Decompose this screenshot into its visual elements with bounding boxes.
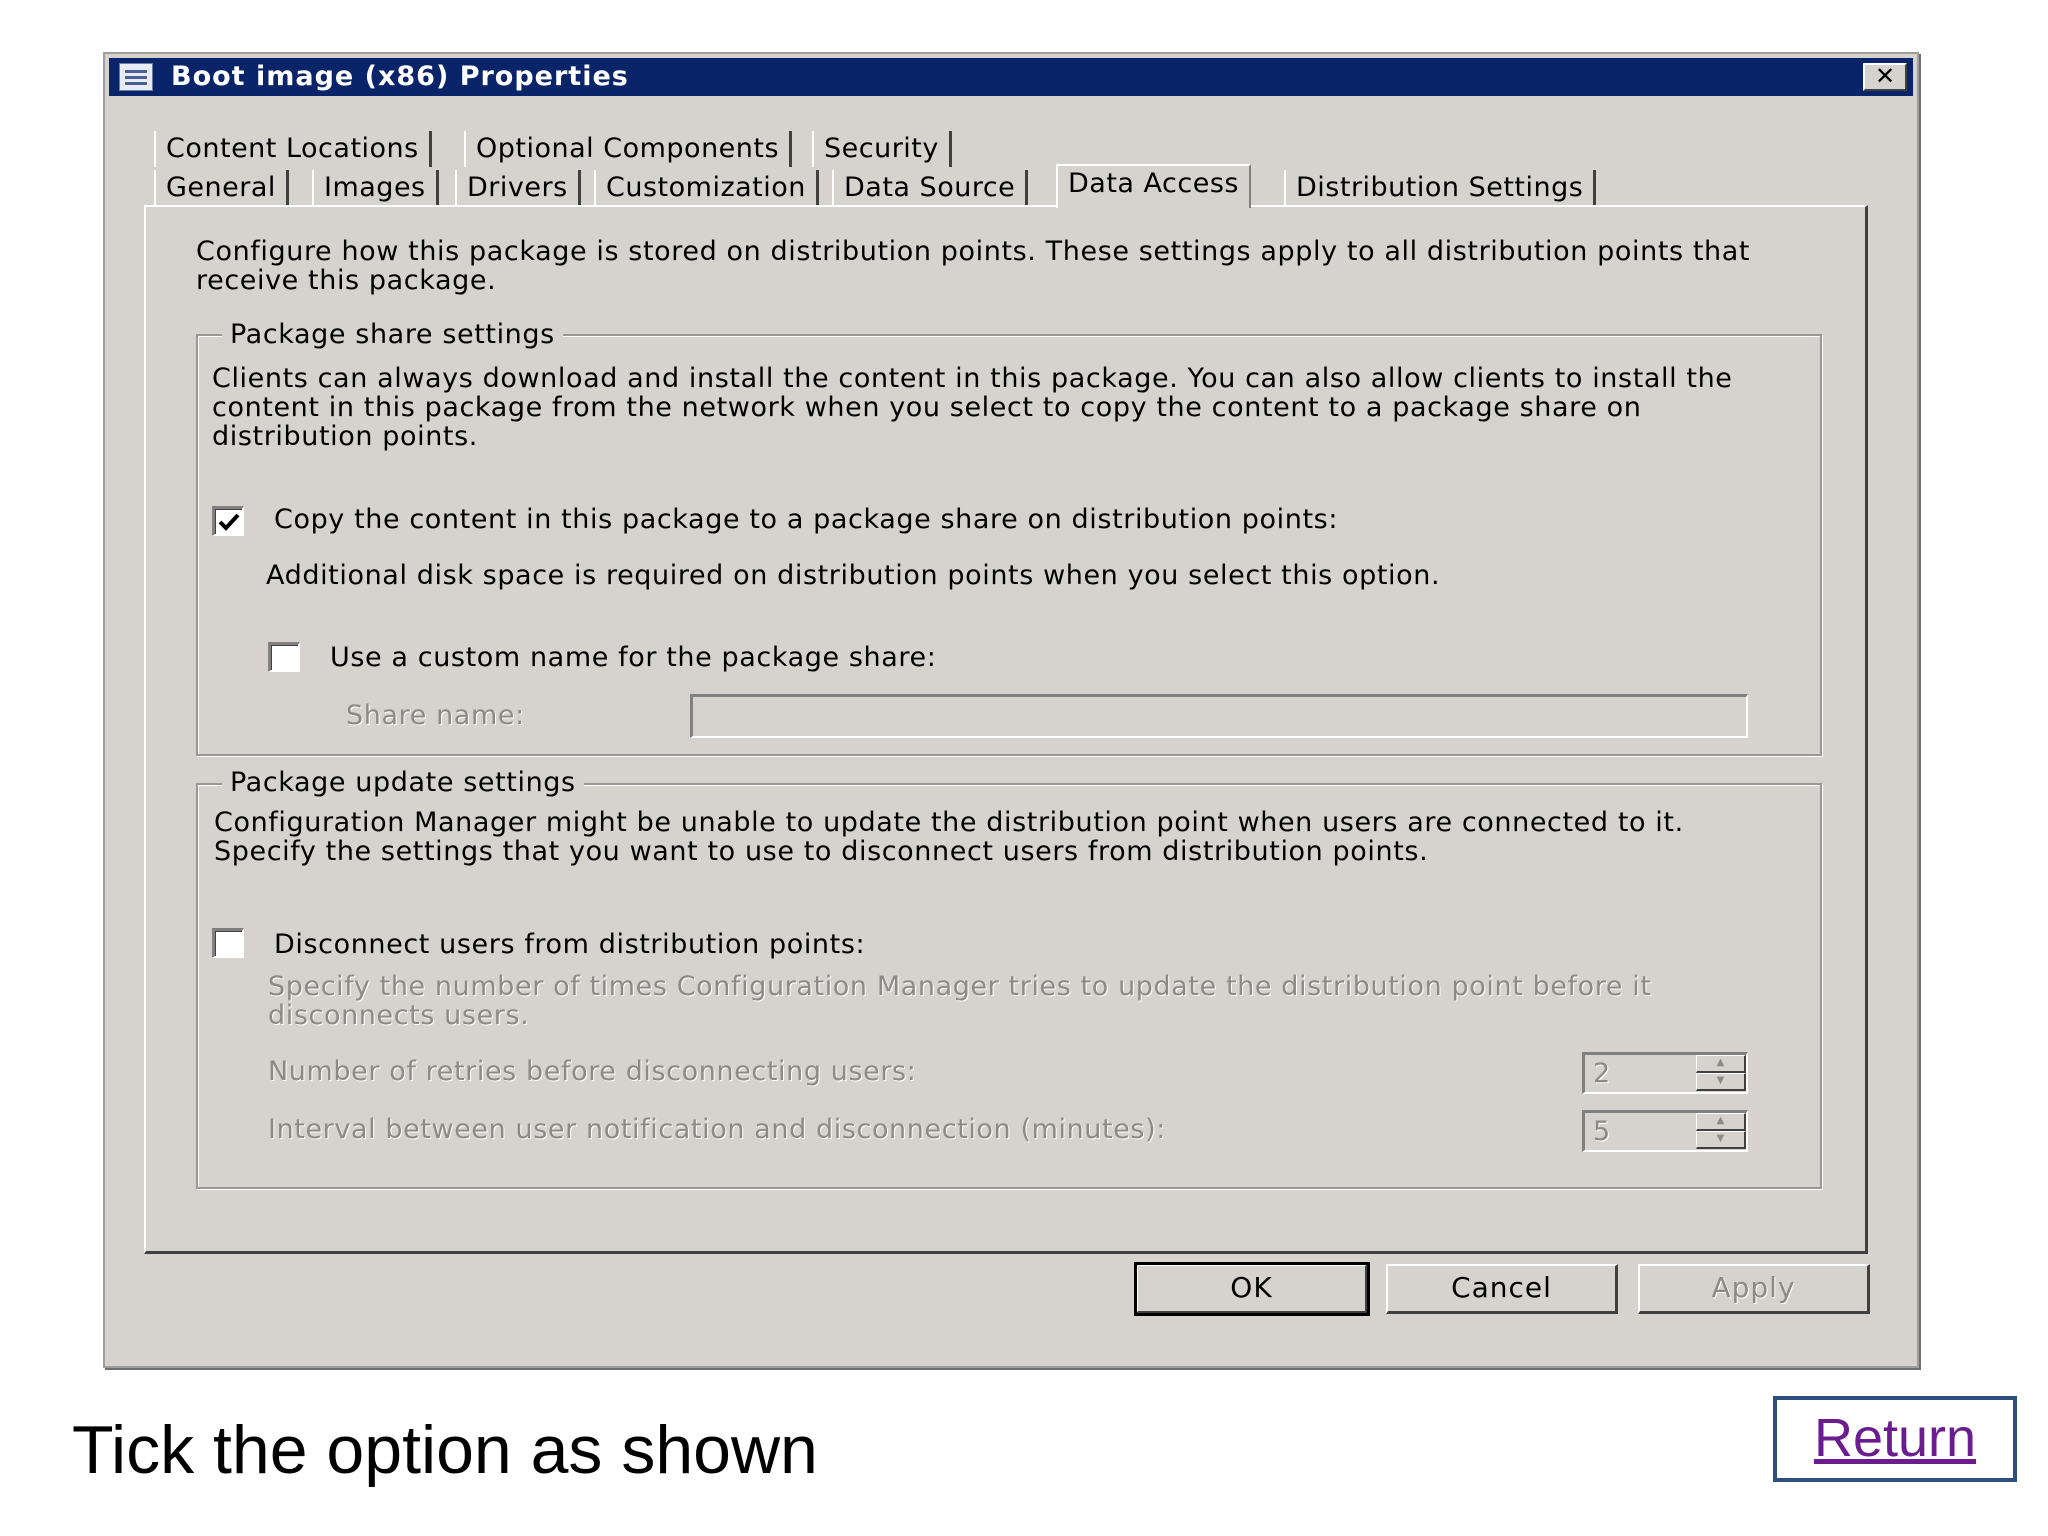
close-icon: ✕ <box>1874 62 1896 90</box>
disconnect-users-checkbox[interactable] <box>212 928 244 958</box>
interval-label: Interval between user notification and d… <box>268 1114 1166 1145</box>
return-button[interactable]: Return <box>1773 1396 2017 1482</box>
instruction-caption: Tick the option as shown <box>72 1412 818 1488</box>
tab-optional-components[interactable]: Optional Components <box>464 131 793 167</box>
share-name-input[interactable] <box>690 694 1748 738</box>
disk-space-note: Additional disk space is required on dis… <box>266 560 1441 591</box>
interval-stepper[interactable]: 5 ▲ ▼ <box>1582 1110 1748 1152</box>
tab-drivers[interactable]: Drivers <box>455 170 581 206</box>
tab-data-access[interactable]: Data Access <box>1056 164 1251 208</box>
share-desc-line1: Clients can always download and install … <box>212 363 1733 394</box>
interval-value: 5 <box>1593 1116 1611 1147</box>
intro-text-line1: Configure how this package is stored on … <box>196 236 1751 267</box>
retries-label: Number of retries before disconnecting u… <box>268 1056 917 1087</box>
package-update-legend: Package update settings <box>222 768 584 798</box>
dialog-title: Boot image (x86) Properties <box>171 61 629 92</box>
tab-data-source[interactable]: Data Source <box>832 170 1029 206</box>
cancel-button[interactable]: Cancel <box>1386 1264 1618 1314</box>
package-share-legend: Package share settings <box>222 320 563 350</box>
retries-value: 2 <box>1593 1058 1611 1089</box>
tab-images[interactable]: Images <box>312 170 439 206</box>
custom-name-label[interactable]: Use a custom name for the package share: <box>330 643 936 672</box>
disconnect-users-label[interactable]: Disconnect users from distribution point… <box>274 930 865 959</box>
return-link[interactable]: Return <box>1814 1408 1976 1468</box>
tab-customization[interactable]: Customization <box>594 170 819 206</box>
tab-general[interactable]: General <box>154 170 289 206</box>
share-desc-line2: content in this package from the network… <box>212 392 1642 423</box>
interval-up-button[interactable]: ▲ <box>1696 1113 1746 1131</box>
retries-desc-line1: Specify the number of times Configuratio… <box>268 971 1652 1002</box>
apply-button[interactable]: Apply <box>1638 1264 1870 1314</box>
intro-text-line2: receive this package. <box>196 265 497 296</box>
custom-name-checkbox[interactable] <box>268 642 300 672</box>
interval-down-button[interactable]: ▼ <box>1696 1131 1746 1149</box>
retries-up-button[interactable]: ▲ <box>1696 1055 1746 1073</box>
copy-content-label[interactable]: Copy the content in this package to a pa… <box>274 505 1338 534</box>
ok-button[interactable]: OK <box>1134 1262 1370 1316</box>
retries-desc-line2: disconnects users. <box>268 1000 530 1031</box>
update-desc-line2: Specify the settings that you want to us… <box>214 836 1429 867</box>
tab-content-locations[interactable]: Content Locations <box>154 131 432 167</box>
window-icon <box>119 63 153 91</box>
update-desc-line1: Configuration Manager might be unable to… <box>214 807 1684 838</box>
checkmark-icon <box>218 513 240 531</box>
copy-content-checkbox[interactable] <box>212 506 244 536</box>
retries-down-button[interactable]: ▼ <box>1696 1073 1746 1091</box>
tab-distribution-settings[interactable]: Distribution Settings <box>1284 170 1597 206</box>
retries-stepper[interactable]: 2 ▲ ▼ <box>1582 1052 1748 1094</box>
close-button[interactable]: ✕ <box>1863 63 1907 91</box>
share-name-label: Share name: <box>346 700 525 731</box>
tab-security[interactable]: Security <box>812 131 952 167</box>
share-desc-line3: distribution points. <box>212 421 478 452</box>
title-bar[interactable]: Boot image (x86) Properties ✕ <box>109 58 1913 96</box>
